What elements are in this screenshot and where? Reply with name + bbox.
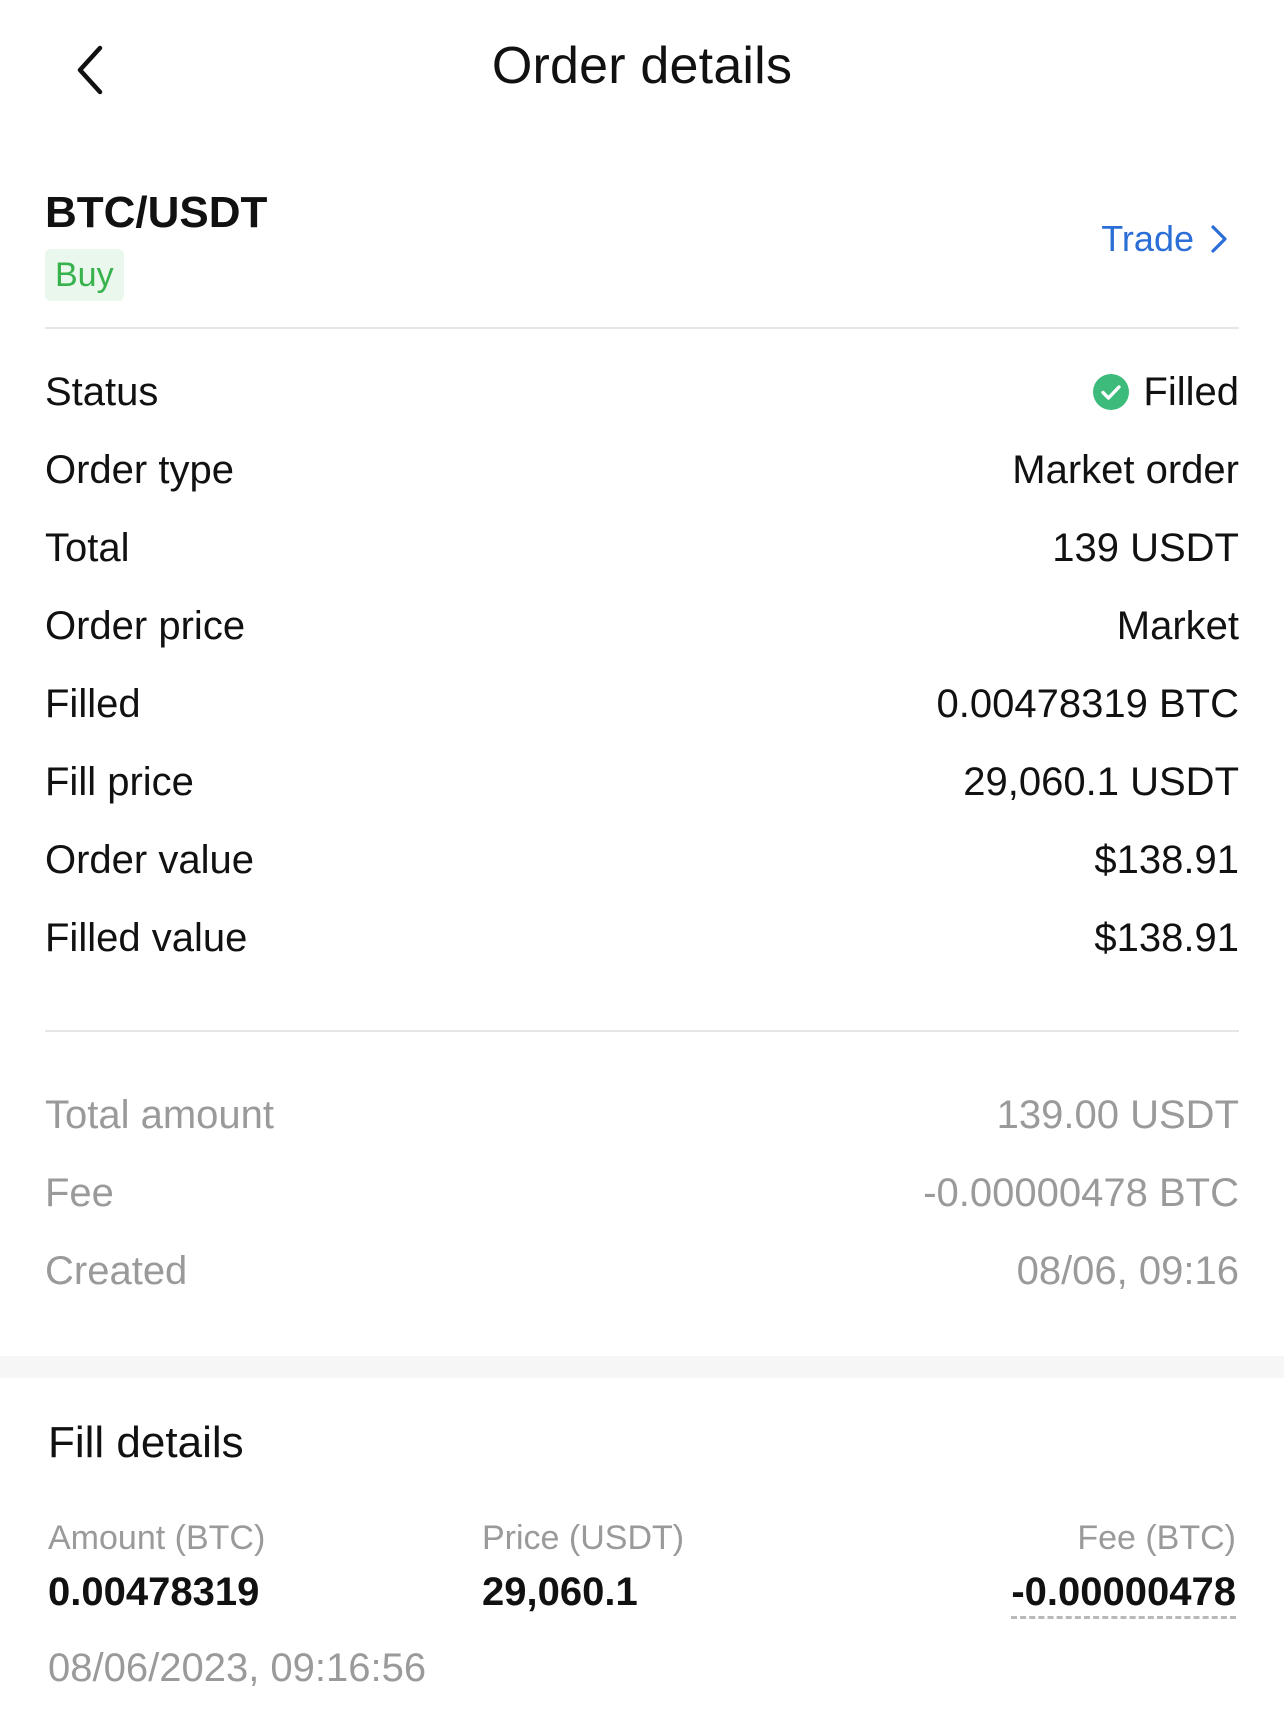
detail-value: 29,060.1 USDT — [963, 759, 1239, 804]
fill-amount-value: 0.00478319 — [48, 1570, 260, 1614]
summary-value: 139.00 USDT — [996, 1092, 1239, 1137]
detail-row-order-type: Order type Market order — [45, 431, 1239, 509]
fill-fee-column: Fee (BTC) -0.00000478 — [1011, 1516, 1236, 1620]
fill-price-column: Price (USDT) 29,060.1 — [482, 1516, 684, 1620]
pair-symbol: BTC/USDT — [45, 188, 268, 237]
detail-row-order-value: Order value $138.91 — [45, 821, 1239, 899]
detail-row-order-price: Order price Market — [45, 587, 1239, 665]
section-separator — [0, 1356, 1284, 1378]
summary-label: Fee — [45, 1170, 114, 1215]
detail-value: 0.00478319 BTC — [936, 681, 1239, 726]
check-circle-icon — [1093, 374, 1130, 410]
header-bar: Order details — [0, 0, 1284, 140]
detail-label: Total — [45, 525, 130, 570]
detail-label: Fill price — [45, 759, 194, 804]
side-badge: Buy — [45, 249, 124, 301]
fill-price-header: Price (USDT) — [482, 1519, 685, 1557]
detail-label: Order type — [45, 447, 234, 492]
detail-label: Filled — [45, 681, 141, 726]
detail-label: Order price — [45, 603, 246, 648]
fill-amount-header: Amount (BTC) — [48, 1519, 266, 1557]
trade-link-label: Trade — [1101, 218, 1194, 259]
detail-value: $138.91 — [1094, 915, 1239, 960]
summary-row-fee: Fee -0.00000478 BTC — [45, 1154, 1239, 1232]
pair-block: BTC/USDT Buy — [45, 185, 267, 301]
detail-row-filled-value: Filled value $138.91 — [45, 899, 1239, 977]
status-text: Filled — [1143, 369, 1239, 414]
fill-details-title: Fill details — [48, 1418, 244, 1467]
summary-label: Created — [45, 1248, 188, 1293]
detail-row-fill-price: Fill price 29,060.1 USDT — [45, 743, 1239, 821]
detail-label: Order value — [45, 837, 254, 882]
status-value: Filled — [1093, 370, 1239, 415]
summary-row-created: Created 08/06, 09:16 — [45, 1232, 1239, 1310]
fill-timestamp: 08/06/2023, 09:16:56 — [48, 1646, 427, 1690]
chevron-right-icon — [1211, 225, 1227, 253]
divider — [45, 327, 1239, 329]
detail-row-filled: Filled 0.00478319 BTC — [45, 665, 1239, 743]
fill-fee-value[interactable]: -0.00000478 — [1011, 1570, 1236, 1619]
detail-value: Market order — [1012, 447, 1239, 492]
summary-value: -0.00000478 BTC — [923, 1170, 1239, 1215]
fill-amount-column: Amount (BTC) 0.00478319 — [48, 1516, 265, 1620]
detail-label: Status — [45, 369, 159, 414]
detail-label: Filled value — [45, 915, 248, 960]
trade-link[interactable]: Trade — [1101, 218, 1228, 260]
detail-value: 139 USDT — [1052, 525, 1239, 570]
detail-value: Market — [1116, 603, 1239, 648]
summary-value: 08/06, 09:16 — [1016, 1248, 1239, 1293]
fill-fee-header: Fee (BTC) — [1077, 1519, 1236, 1557]
fill-price-value: 29,060.1 — [482, 1570, 638, 1614]
page-title: Order details — [491, 37, 793, 95]
detail-row-status: Status Filled — [45, 353, 1239, 431]
detail-value: $138.91 — [1094, 837, 1239, 882]
summary-label: Total amount — [45, 1092, 275, 1137]
summary-row-total-amount: Total amount 139.00 USDT — [45, 1076, 1239, 1154]
detail-row-total: Total 139 USDT — [45, 509, 1239, 587]
divider — [45, 1030, 1239, 1032]
summary-list: Total amount 139.00 USDT Fee -0.00000478… — [45, 1076, 1239, 1310]
order-details-list: Status Filled Order type Market order To… — [45, 353, 1239, 977]
